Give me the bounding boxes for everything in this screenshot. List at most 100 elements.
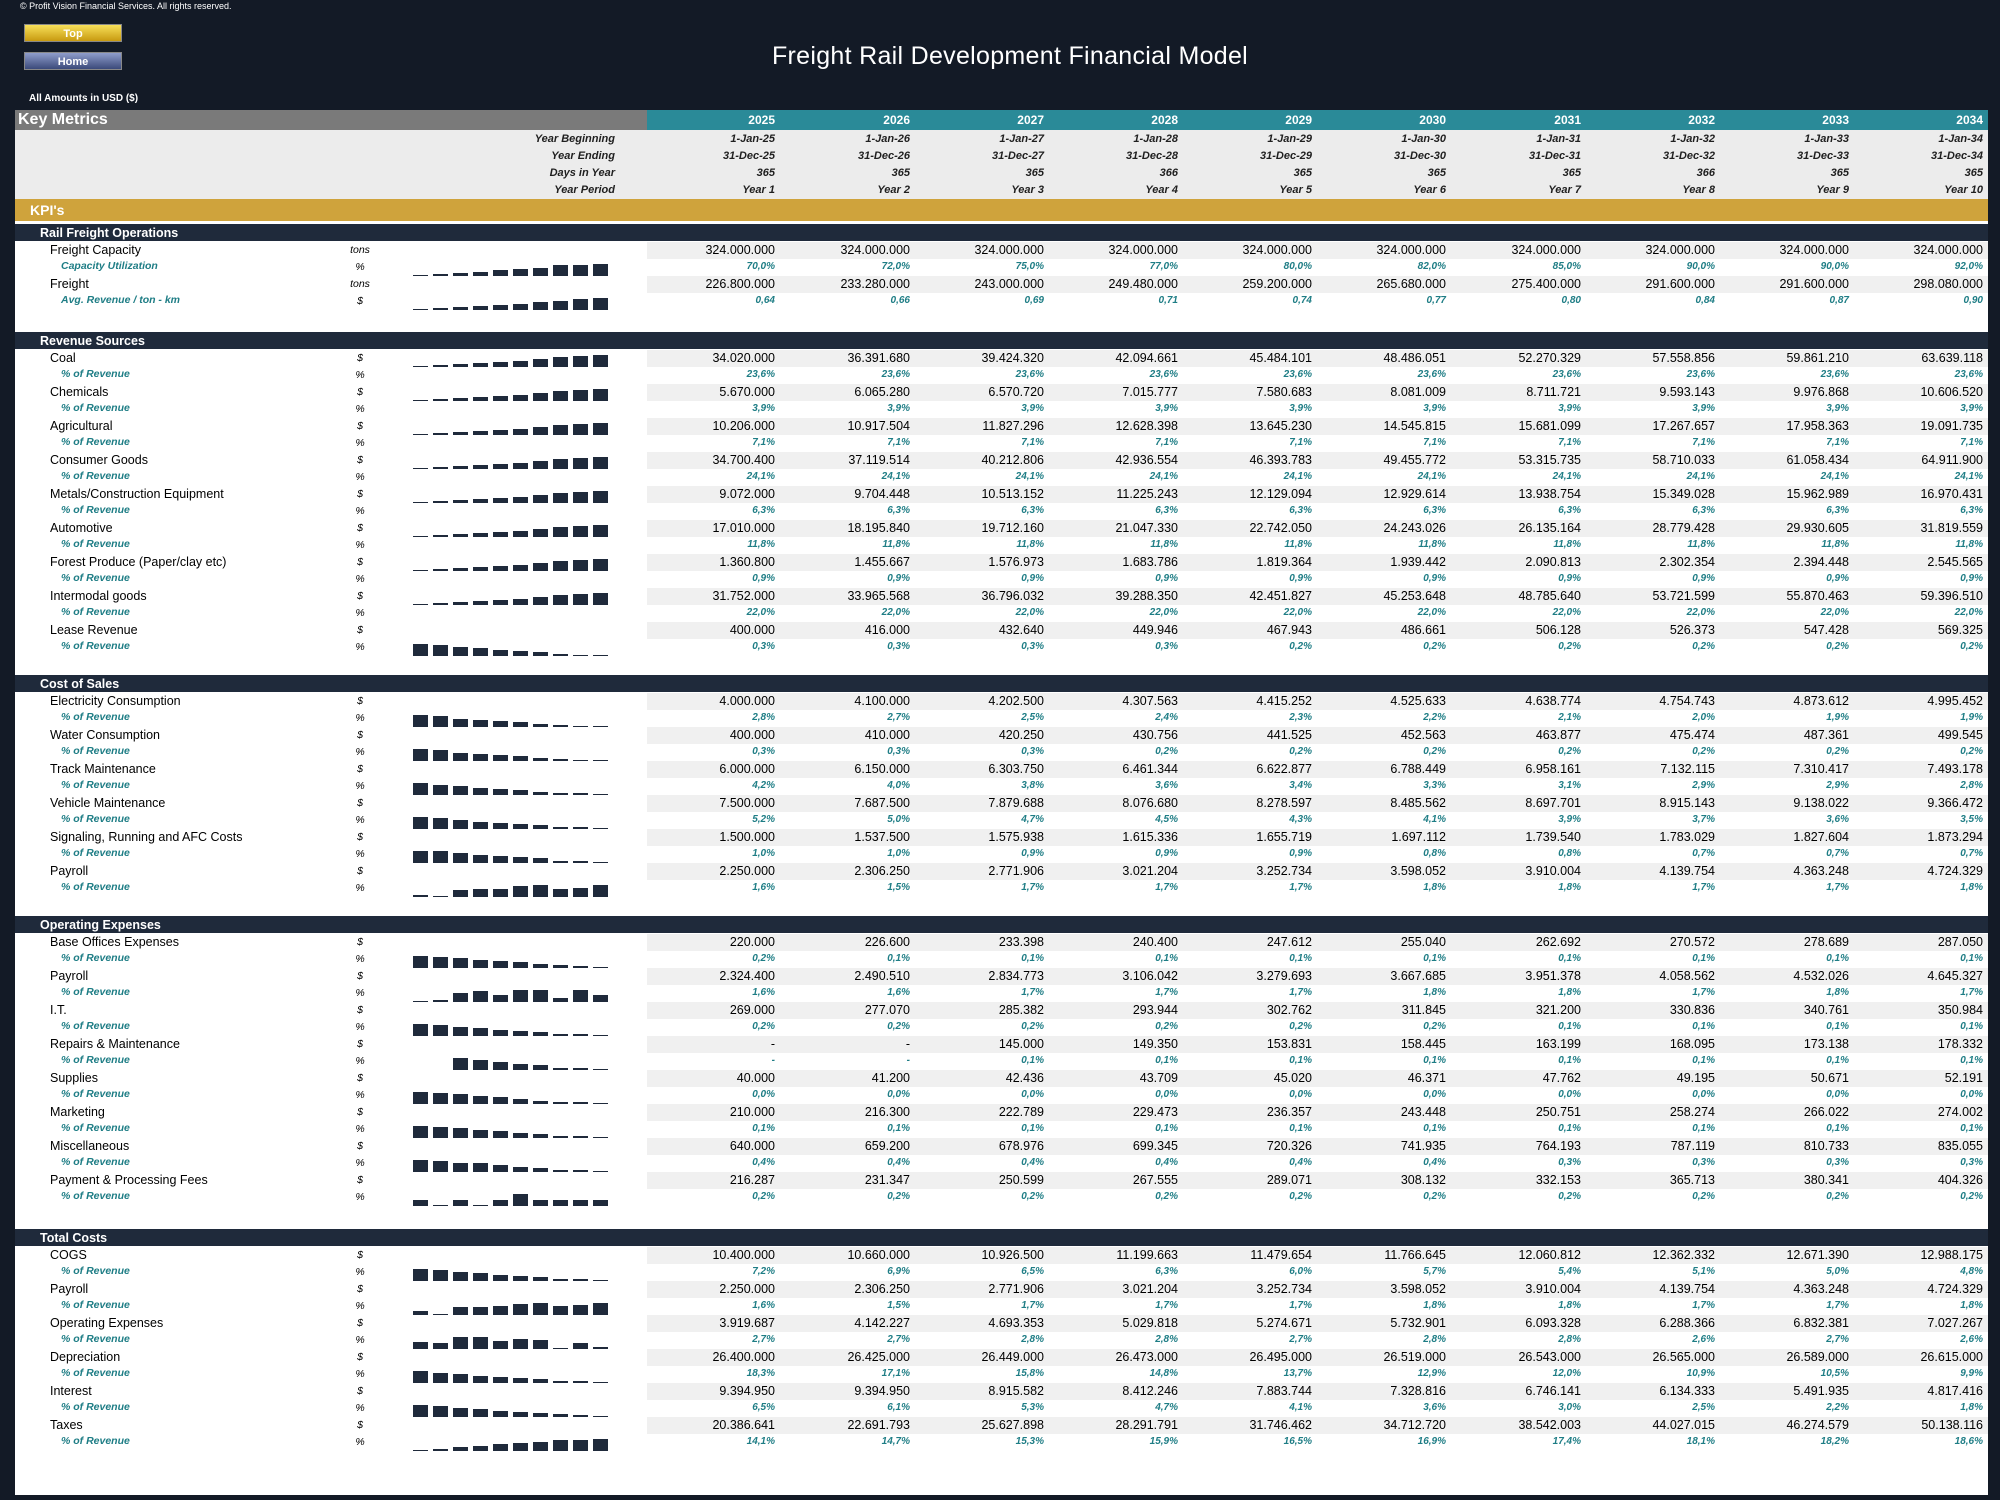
cell-value: 293.944: [1132, 1003, 1178, 1017]
cell-value: 90,0%: [1686, 261, 1715, 272]
row-label: % of Revenue: [61, 1020, 130, 1032]
cell-value: 6,3%: [1558, 505, 1581, 516]
sparkline-bar: [493, 1165, 508, 1172]
period-value: Year 4: [1145, 184, 1178, 196]
cell-value: 4.995.452: [1927, 694, 1983, 708]
cell-value: 1.827.604: [1793, 830, 1849, 844]
cell-value: 40.212.806: [981, 453, 1044, 467]
cell-value: 4,0%: [887, 780, 910, 791]
section-header: Total Costs: [15, 1229, 1988, 1246]
sparkline-bar: [453, 993, 468, 1002]
sparkline-bar: [433, 1024, 448, 1036]
cell-value: 3,9%: [1423, 403, 1446, 414]
cell-value: 13.938.754: [1518, 487, 1581, 501]
sparkline-bar: [593, 559, 608, 571]
cell-value: 11,8%: [1821, 539, 1849, 550]
row-label: % of Revenue: [61, 436, 130, 448]
cell-value: 0,1%: [1021, 953, 1044, 964]
cell-value: 0,2%: [1960, 1191, 1983, 1202]
cell-value: 463.877: [1535, 728, 1581, 742]
row-label: % of Revenue: [61, 813, 130, 825]
cell-value: 4.307.563: [1122, 694, 1178, 708]
sparkline-bar: [573, 390, 588, 401]
cell-value: 26.495.000: [1249, 1350, 1312, 1364]
sparkline-bar: [513, 1194, 528, 1206]
cell-value: 259.200.000: [1242, 277, 1312, 291]
cell-value: 0,1%: [1826, 1055, 1849, 1066]
section-header: Rail Freight Operations: [15, 224, 1988, 241]
cell-value: 7.027.267: [1927, 1316, 1983, 1330]
cell-value: 2.090.813: [1525, 555, 1581, 569]
percent-row: % of Revenue% 0,0% 0,0% 0,0% 0,0% 0,0% 0,0% 0,0…: [15, 1087, 1988, 1104]
cell-value: 6,3%: [1826, 505, 1849, 516]
cell-value: 40.000: [736, 1071, 775, 1085]
metric-row: Coal $34.020.000 36.391.680 39.424.320 42.09…: [15, 350, 1988, 367]
cell-value: 0,2%: [1558, 641, 1581, 652]
cell-value: 1,7%: [1155, 987, 1178, 998]
cell-value: 332.153: [1535, 1173, 1581, 1187]
cell-value: 0,2%: [1692, 746, 1715, 757]
row-unit: $: [357, 1317, 363, 1329]
cell-value: 26.543.000: [1518, 1350, 1581, 1364]
cell-value: 11.479.654: [1250, 1248, 1312, 1262]
cell-value: 7,1%: [1021, 437, 1044, 448]
cell-value: 1,9%: [1826, 712, 1849, 723]
period-value: Year 8: [1682, 184, 1715, 196]
sparkline-bar: [433, 1372, 448, 1383]
cell-value: 6,5%: [752, 1402, 775, 1413]
row-unit: %: [355, 369, 365, 381]
cell-value: 12.060.812: [1518, 1248, 1581, 1262]
sparkline-bar: [533, 652, 548, 656]
sparkline-bar: [433, 1270, 448, 1281]
sparkline-bar: [553, 1440, 568, 1451]
sparkline-bar: [453, 1094, 468, 1104]
cell-value: 7.310.417: [1793, 762, 1849, 776]
cell-value: 0,2%: [1826, 1191, 1849, 1202]
top-button[interactable]: Top: [24, 24, 122, 42]
cell-value: 15,3%: [1015, 1436, 1044, 1447]
sparkline-bar: [513, 1443, 528, 1451]
cell-value: 0,2%: [1692, 1191, 1715, 1202]
cell-value: 14,1%: [746, 1436, 775, 1447]
period-value: 1-Jan-25: [730, 133, 775, 145]
year-header: 2030: [1419, 113, 1446, 127]
cell-value: 11,8%: [1687, 539, 1715, 550]
cell-value: 229.473: [1132, 1105, 1178, 1119]
sparkline-bar: [493, 1131, 508, 1138]
cell-value: 0,0%: [1558, 1089, 1581, 1100]
metric-row: COGS $10.400.000 10.660.000 10.926.500 11.19…: [15, 1247, 1988, 1264]
sparkline-bar: [413, 895, 428, 897]
cell-value: 0,3%: [887, 641, 910, 652]
cell-value: 0,9%: [1423, 573, 1446, 584]
cell-value: 3,3%: [1423, 780, 1446, 791]
cell-value: 42.436: [1005, 1071, 1044, 1085]
sparkline: [413, 452, 613, 469]
cell-value: 6.134.333: [1659, 1384, 1715, 1398]
cell-value: 0,0%: [752, 1089, 775, 1100]
cell-value: 4,2%: [752, 780, 775, 791]
percent-row: % of Revenue% 1,6% 1,5% 1,7% 1,7% 1,7% 1,8% 1,8…: [15, 1298, 1988, 1315]
cell-value: 416.000: [864, 623, 910, 637]
cell-value: 58.710.033: [1652, 453, 1715, 467]
cell-value: 0,1%: [1960, 1021, 1983, 1032]
cell-value: 63.639.118: [1921, 351, 1983, 365]
cell-value: 6.788.449: [1390, 762, 1446, 776]
cell-value: 499.545: [1937, 728, 1983, 742]
cell-value: 324.000.000: [1913, 243, 1983, 257]
cell-value: 3,9%: [1826, 403, 1849, 414]
cell-value: 0,0%: [1423, 1089, 1446, 1100]
cell-value: 6,5%: [1021, 1266, 1044, 1277]
cell-value: 2,7%: [1289, 1334, 1312, 1345]
cell-value: 8.915.143: [1659, 796, 1715, 810]
cell-value: 26.425.000: [847, 1350, 910, 1364]
cell-value: 7,1%: [887, 437, 910, 448]
sparkline: [413, 880, 613, 897]
sparkline-bar: [413, 644, 428, 656]
cell-value: 0,0%: [1826, 1089, 1849, 1100]
row-unit: tons: [350, 278, 370, 290]
cell-value: 4.754.743: [1659, 694, 1715, 708]
cell-value: 243.448: [1400, 1105, 1446, 1119]
cell-value: 36.391.680: [847, 351, 910, 365]
sparkline: [413, 293, 613, 310]
cell-value: 1.655.719: [1256, 830, 1312, 844]
